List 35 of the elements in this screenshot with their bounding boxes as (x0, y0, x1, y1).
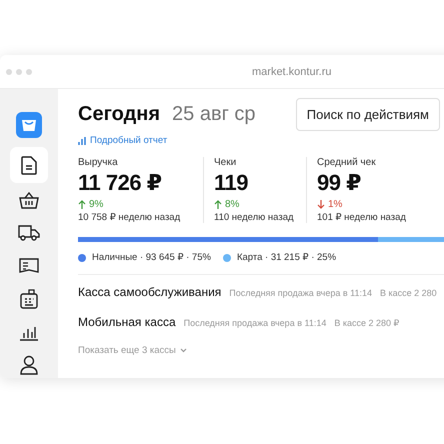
metric-label: Чеки (214, 157, 238, 168)
bar-chart-icon (78, 136, 86, 144)
metric-value: 119 (214, 170, 249, 196)
last-sale-text: Последняя продажа вчера в 11:14 (229, 288, 372, 298)
metric-value: 11 726 ₽ (78, 170, 162, 196)
metric-label: Выручка (78, 157, 119, 168)
search-actions-button[interactable]: Поиск по действиям (296, 98, 440, 131)
date-text: 25 авг ср (172, 103, 256, 126)
page-title: Сегодня (78, 103, 160, 126)
document-icon (21, 156, 37, 174)
cash-amount-text: В кассе 2 280 ₽ (334, 318, 400, 329)
metric-change: 9% (89, 199, 104, 210)
truck-icon (18, 224, 40, 241)
chevron-down-icon (180, 348, 187, 353)
book-icon (19, 257, 39, 274)
register-name[interactable]: Мобильная касса (78, 315, 176, 329)
shopping-bag-logo-icon (16, 112, 42, 138)
sidebar-item[interactable] (10, 147, 48, 183)
metric-previous: 110 неделю назад (214, 212, 295, 223)
metric-change: 1% (328, 199, 342, 210)
user-icon (20, 354, 38, 374)
metric-previous: 101 ₽ неделю назад (317, 212, 407, 223)
report-link[interactable]: Подробный отчет (78, 135, 168, 146)
metric-label: Средний чек (317, 157, 377, 168)
metric-previous: 10 758 ₽ неделю назад (78, 212, 182, 223)
cash-register-icon (20, 288, 38, 308)
register-name[interactable]: Касса самообслуживания (78, 285, 222, 299)
legend-label: Наличные · 93 645 ₽ · 75% (92, 252, 211, 263)
cash-amount-text: В кассе 2 280 (380, 288, 437, 298)
metric-value: 99 ₽ (317, 170, 362, 196)
metric-change: 8% (225, 199, 240, 210)
last-sale-text: Последняя продажа вчера в 11:14 (184, 318, 326, 328)
basket-icon (19, 190, 39, 208)
url-text: market.kontur.ru (252, 66, 332, 78)
legend-label: Карта · 31 215 ₽ · 25% (236, 252, 336, 263)
